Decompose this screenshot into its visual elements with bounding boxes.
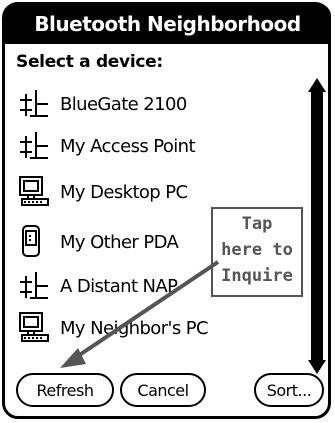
select-device-prompt: Select a device:	[16, 52, 163, 72]
callout-line: here to	[221, 240, 293, 260]
callout-line: Tap	[241, 214, 273, 234]
device-item-a-distant-nap[interactable]: A Distant NAP	[18, 268, 178, 304]
device-label: My Access Point	[60, 135, 196, 157]
device-label: My Neighbor's PC	[60, 317, 209, 339]
desktop-pc-icon	[18, 174, 56, 210]
title-bar: Bluetooth Neighborhood	[4, 4, 331, 44]
device-item-bluegate-2100[interactable]: BlueGate 2100	[18, 86, 187, 122]
device-label: A Distant NAP	[60, 275, 178, 297]
device-item-my-neighbors-pc[interactable]: My Neighbor's PC	[18, 310, 209, 346]
access-point-icon	[18, 268, 56, 304]
access-point-icon	[18, 86, 56, 122]
callout-line: Inquire	[221, 266, 293, 286]
access-point-icon	[18, 128, 56, 164]
scroll-up-arrow-icon[interactable]	[308, 78, 326, 92]
desktop-pc-icon	[18, 310, 56, 346]
scroll-down-arrow-icon[interactable]	[308, 360, 326, 374]
device-label: BlueGate 2100	[60, 93, 187, 115]
device-item-my-other-pda[interactable]: My Other PDA	[18, 224, 179, 260]
device-label: My Other PDA	[60, 231, 179, 253]
device-item-my-desktop-pc[interactable]: My Desktop PC	[18, 174, 188, 210]
window-title: Bluetooth Neighborhood	[34, 12, 301, 36]
pda-icon	[18, 224, 56, 260]
cancel-button[interactable]: Cancel	[120, 373, 206, 407]
device-list-scrollbar[interactable]	[306, 78, 328, 376]
refresh-button[interactable]: Refresh	[16, 373, 114, 407]
inquire-callout: Tap here to Inquire	[211, 207, 303, 297]
device-item-my-access-point[interactable]: My Access Point	[18, 128, 196, 164]
sort-button[interactable]: Sort...	[254, 373, 324, 407]
device-label: My Desktop PC	[60, 181, 188, 203]
scroll-thumb[interactable]	[311, 92, 323, 360]
